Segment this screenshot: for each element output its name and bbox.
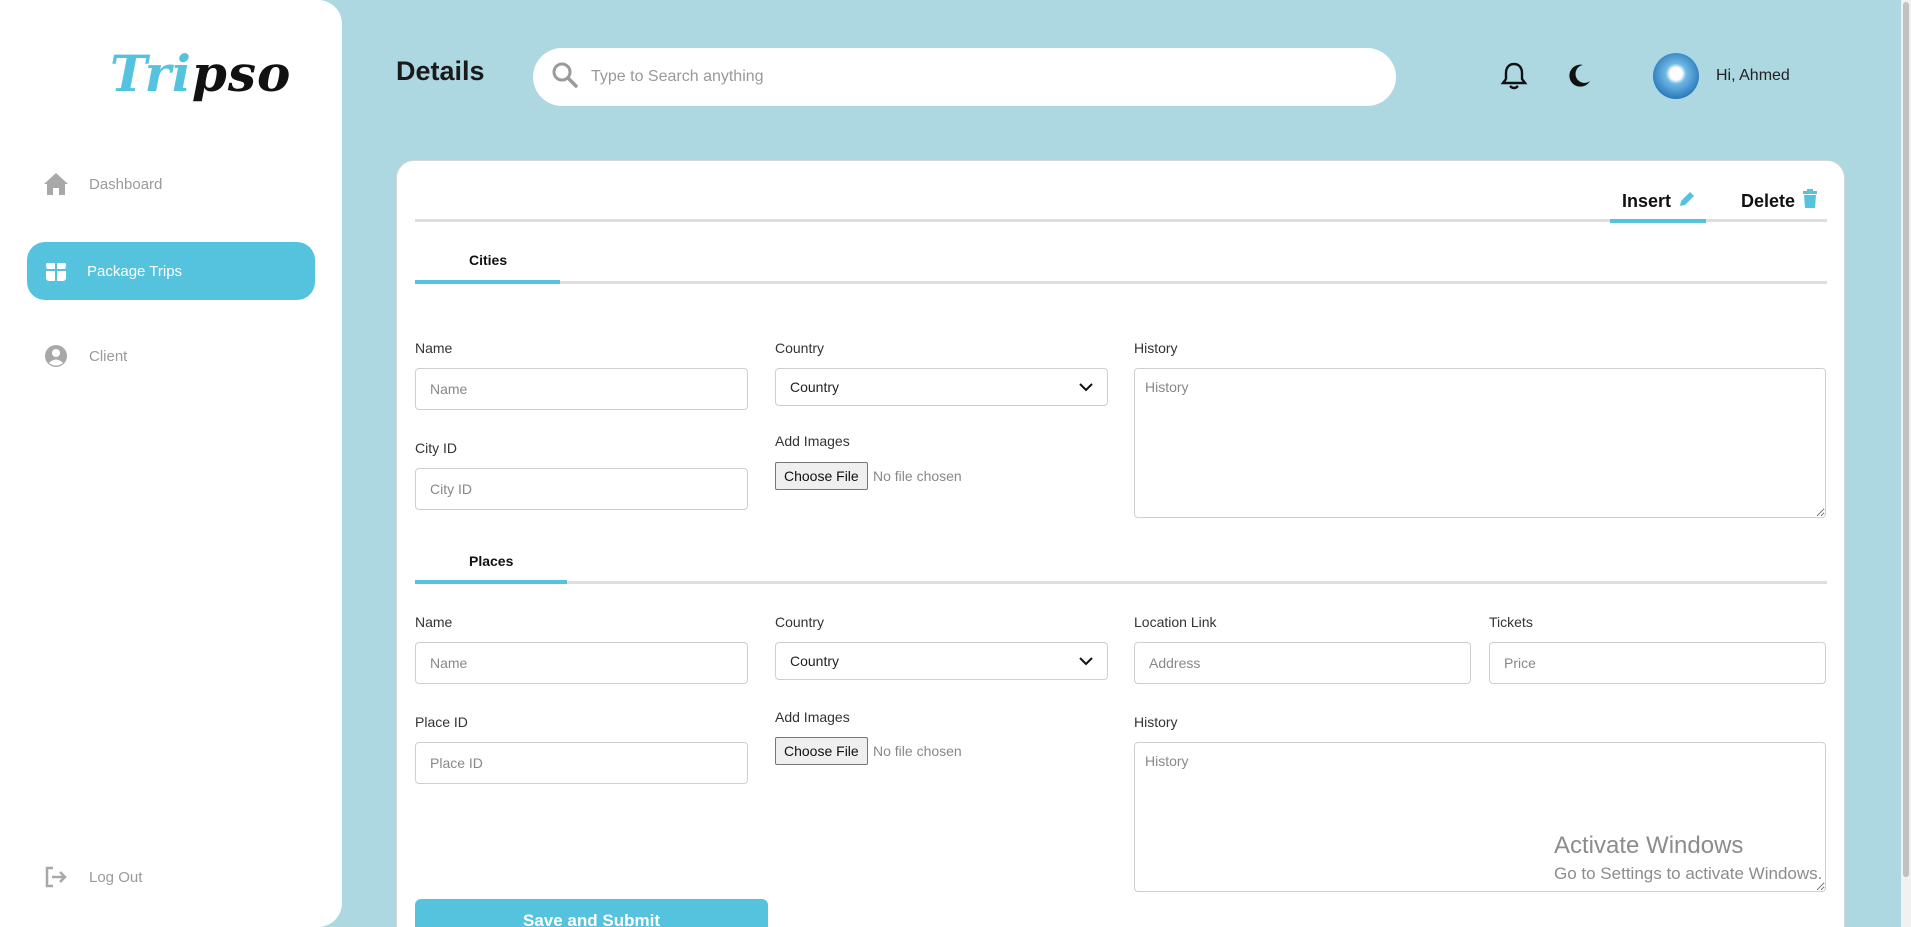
tab-delete-label: Delete: [1741, 191, 1796, 211]
page-title: Details: [396, 56, 485, 86]
city-country-value: Country: [790, 379, 840, 395]
logout-label: Log Out: [89, 868, 143, 886]
user-circle-icon: [43, 343, 69, 369]
tab-delete[interactable]: Delete: [1741, 189, 1819, 214]
save-and-submit-button[interactable]: Save and Submit: [415, 899, 768, 927]
place-country-select[interactable]: Country: [775, 642, 1108, 680]
activate-windows-watermark: Activate Windows Go to Settings to activ…: [1554, 832, 1822, 884]
city-id-input[interactable]: [415, 468, 748, 510]
places-divider: [415, 581, 1827, 584]
city-history-textarea[interactable]: [1134, 368, 1826, 518]
tab-insert-indicator: [1610, 219, 1706, 223]
place-choose-file-button[interactable]: Choose File: [775, 737, 868, 765]
place-name-input[interactable]: [415, 642, 748, 684]
city-name-input[interactable]: [415, 368, 748, 410]
avatar[interactable]: [1653, 53, 1699, 99]
home-icon: [43, 171, 69, 197]
trash-icon: [1801, 189, 1819, 214]
logo-text-part1: Tri: [110, 44, 192, 103]
chevron-down-icon: [1079, 653, 1093, 669]
section-title-places: Places: [469, 553, 514, 569]
city-name-label: Name: [415, 340, 453, 356]
place-no-file-text: No file chosen: [873, 743, 962, 759]
sidebar-item-label: Package Trips: [87, 262, 183, 280]
pencil-icon: [1677, 189, 1697, 214]
place-country-label: Country: [775, 614, 825, 630]
places-indicator: [415, 580, 567, 584]
city-history-label: History: [1134, 340, 1178, 356]
page-scrollbar[interactable]: [1901, 0, 1911, 927]
city-country-label: Country: [775, 340, 825, 356]
section-title-cities: Cities: [469, 252, 508, 268]
details-card: Insert Delete Cities Name Country Countr…: [396, 160, 1845, 927]
search-input[interactable]: [591, 68, 1351, 86]
city-choose-file-button[interactable]: Choose File: [775, 462, 868, 490]
tab-insert[interactable]: Insert: [1622, 189, 1697, 214]
scrollbar-thumb[interactable]: [1903, 2, 1909, 877]
city-add-images-label: Add Images: [775, 433, 850, 449]
user-greeting: Hi, Ahmed: [1716, 67, 1790, 84]
search-icon: [551, 61, 579, 94]
cities-indicator: [415, 280, 560, 284]
sidebar: Tripso Dashboard Package Trips Client Lo…: [0, 0, 342, 927]
search-bar[interactable]: [533, 48, 1396, 106]
sidebar-item-label: Dashboard: [89, 175, 163, 193]
city-no-file-text: No file chosen: [873, 468, 962, 484]
place-history-label: History: [1134, 714, 1178, 730]
cities-divider: [415, 281, 1827, 284]
logout-button[interactable]: Log Out: [27, 848, 315, 906]
logo[interactable]: Tripso: [110, 44, 291, 103]
gift-icon: [43, 258, 69, 284]
chevron-down-icon: [1079, 379, 1093, 395]
place-country-value: Country: [790, 653, 840, 669]
city-country-select[interactable]: Country: [775, 368, 1108, 406]
place-tickets-label: Tickets: [1489, 614, 1533, 630]
tab-insert-label: Insert: [1622, 191, 1672, 211]
place-id-label: Place ID: [415, 714, 468, 730]
place-location-label: Location Link: [1134, 614, 1217, 630]
city-id-label: City ID: [415, 440, 457, 456]
bell-icon[interactable]: [1498, 60, 1530, 92]
logout-icon: [43, 864, 69, 890]
place-add-images-label: Add Images: [775, 709, 850, 725]
place-id-input[interactable]: [415, 742, 748, 784]
sidebar-item-package-trips[interactable]: Package Trips: [27, 242, 315, 300]
place-location-input[interactable]: [1134, 642, 1471, 684]
dark-mode-icon[interactable]: [1563, 60, 1595, 92]
sidebar-item-label: Client: [89, 347, 128, 365]
place-name-label: Name: [415, 614, 453, 630]
sidebar-item-client[interactable]: Client: [27, 327, 315, 385]
logo-text-part2: pso: [191, 44, 292, 103]
watermark-line2: Go to Settings to activate Windows.: [1554, 864, 1823, 883]
watermark-line1: Activate Windows: [1554, 832, 1744, 859]
place-tickets-input[interactable]: [1489, 642, 1826, 684]
sidebar-item-dashboard[interactable]: Dashboard: [27, 155, 315, 213]
